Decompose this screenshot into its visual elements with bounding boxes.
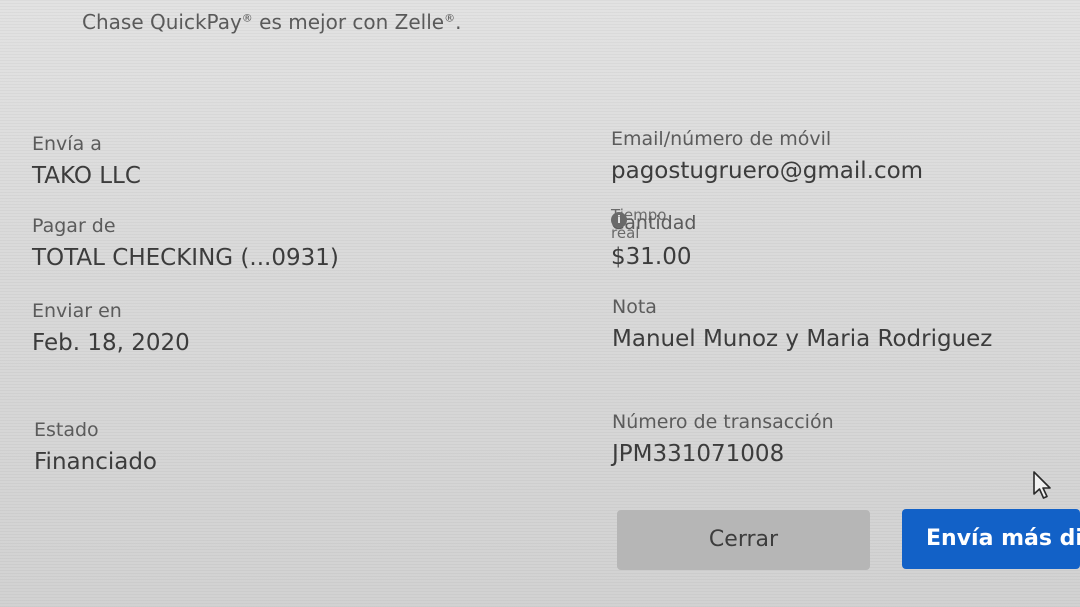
title-middle-text: es mejor con Zelle (252, 10, 445, 34)
transaction-field: Número de transacción JPM331071008 (612, 411, 834, 467)
amount-field: Tiempo real Cantidad i $31.00 (611, 206, 696, 270)
mouse-pointer-icon (1033, 471, 1051, 499)
recipient-field: Envía a TAKO LLC (32, 133, 141, 189)
send-on-label: Enviar en (32, 300, 122, 322)
send-on-value: Feb. 18, 2020 (32, 330, 190, 356)
brand-text: Chase QuickPay (82, 10, 242, 34)
title-end-text: . (455, 10, 462, 34)
page-title: Chase QuickPay® es mejor con Zelle®. (82, 10, 461, 34)
info-icon[interactable]: i (611, 212, 627, 228)
send-more-button[interactable]: Envía más di (902, 509, 1080, 569)
transaction-value: JPM331071008 (612, 441, 785, 467)
close-button[interactable]: Cerrar (617, 510, 870, 570)
contact-label: Email/número de móvil (611, 128, 832, 150)
amount-label-group: Tiempo real Cantidad i (611, 206, 696, 242)
registered-mark-2: ® (444, 11, 456, 25)
screen: Chase QuickPay® es mejor con Zelle®. Env… (0, 0, 1080, 607)
registered-mark: ® (241, 11, 253, 25)
status-label: Estado (34, 419, 99, 441)
pay-from-field: Pagar de TOTAL CHECKING (...0931) (32, 215, 339, 271)
recipient-label: Envía a (32, 133, 102, 155)
note-label: Nota (612, 296, 657, 318)
status-value: Financiado (34, 449, 157, 475)
send-on-field: Enviar en Feb. 18, 2020 (32, 300, 190, 356)
contact-value: pagostugruero@gmail.com (611, 158, 924, 184)
note-field: Nota Manuel Munoz y Maria Rodriguez (612, 296, 992, 352)
note-value: Manuel Munoz y Maria Rodriguez (612, 326, 993, 352)
pay-from-value: TOTAL CHECKING (...0931) (32, 245, 339, 271)
recipient-value: TAKO LLC (32, 163, 141, 189)
contact-field: Email/número de móvil pagostugruero@gmai… (611, 128, 923, 184)
transaction-label: Número de transacción (612, 411, 834, 433)
amount-value: $31.00 (611, 244, 692, 270)
status-field: Estado Financiado (34, 419, 157, 475)
pay-from-label: Pagar de (32, 215, 116, 237)
